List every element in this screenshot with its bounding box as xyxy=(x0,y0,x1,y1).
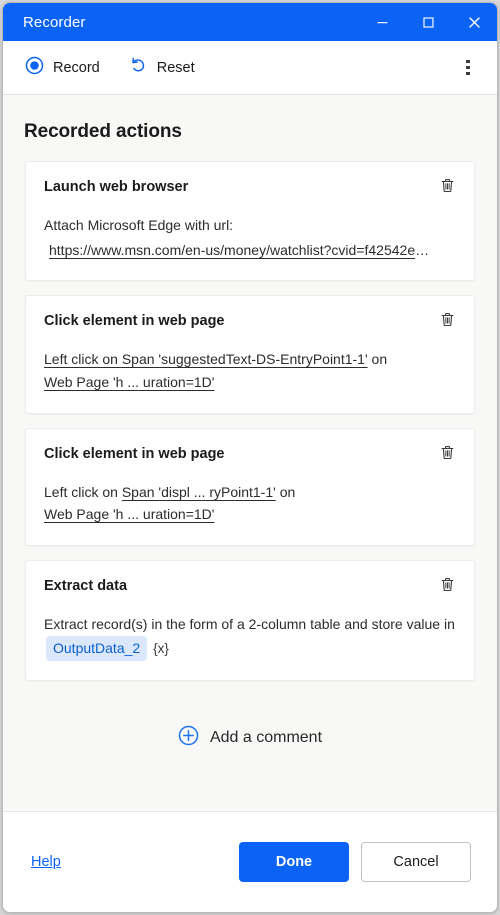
url-line: https://www.msn.com/en-us/money/watchlis… xyxy=(44,239,456,262)
recorded-actions-panel: Recorded actions Launch web browser Atta… xyxy=(3,95,497,812)
card-title: Click element in web page xyxy=(44,445,225,462)
card-body: Attach Microsoft Edge with url: https://… xyxy=(44,214,456,261)
card-header: Click element in web page xyxy=(44,313,456,335)
done-button[interactable]: Done xyxy=(239,842,349,882)
card-header: Launch web browser xyxy=(44,178,456,201)
close-button[interactable] xyxy=(451,3,497,41)
more-vertical-icon xyxy=(466,59,470,63)
cancel-button[interactable]: Cancel xyxy=(361,842,471,882)
delete-action-button[interactable] xyxy=(434,442,460,468)
more-vertical-icon-dot2 xyxy=(466,65,470,70)
action-card-click-element-1[interactable]: Click element in web page Left click on … xyxy=(25,295,475,414)
click-action-prefix: Left click on xyxy=(44,351,122,368)
action-card-click-element-2[interactable]: Click element in web page Left click on … xyxy=(25,427,475,547)
click-description-line-1: Left click on Span 'suggestedText-DS-Ent… xyxy=(44,348,456,371)
trash-icon xyxy=(439,311,456,333)
click-description-line-1: Left click on Span 'displ ... ryPoint1-1… xyxy=(44,481,456,504)
click-description-line-2: Web Page 'h ... uration=1D' xyxy=(44,503,456,526)
extract-description: Extract record(s) in the form of a 2-col… xyxy=(44,616,455,633)
action-card-extract-data[interactable]: Extract data Extract record(s) in the fo… xyxy=(25,560,475,682)
click-description-line-2: Web Page 'h ... uration=1D' xyxy=(44,371,456,394)
record-button[interactable]: Record xyxy=(19,50,110,86)
add-comment-label: Add a comment xyxy=(209,729,323,747)
trash-icon xyxy=(439,177,456,199)
card-body: Left click on Span 'suggestedText-DS-Ent… xyxy=(44,348,456,393)
title-bar: Recorder xyxy=(3,3,497,41)
maximize-button[interactable] xyxy=(405,3,451,41)
minimize-button[interactable] xyxy=(359,3,405,41)
card-title: Click element in web page xyxy=(44,313,225,330)
minimize-icon xyxy=(376,16,389,29)
delete-action-button[interactable] xyxy=(434,175,460,201)
url-ellipsis: … xyxy=(415,241,430,258)
trash-icon xyxy=(439,576,456,598)
output-variable-chip[interactable]: OutputData_2 xyxy=(46,635,148,662)
reset-button[interactable]: Reset xyxy=(122,49,205,86)
click-action-suffix: on xyxy=(367,351,388,368)
card-title: Launch web browser xyxy=(44,179,189,195)
footer-bar: Help Done Cancel xyxy=(3,812,497,912)
reset-label: Reset xyxy=(156,59,195,76)
action-card-list: Launch web browser Attach Microsoft Edge… xyxy=(3,143,497,759)
maximize-icon xyxy=(422,16,435,29)
card-header: Click element in web page xyxy=(44,445,456,468)
card-title: Extract data xyxy=(44,578,128,595)
toolbar: Record Reset xyxy=(3,41,497,95)
more-options-button[interactable] xyxy=(453,53,483,83)
delete-action-button[interactable] xyxy=(434,309,460,335)
card-header: Extract data xyxy=(44,578,456,600)
close-icon xyxy=(467,15,482,30)
record-circle-icon xyxy=(25,56,44,80)
more-vertical-icon-dot3 xyxy=(466,72,470,76)
variable-token: {x} xyxy=(153,640,169,656)
delete-action-button[interactable] xyxy=(434,574,460,600)
click-target-page[interactable]: Web Page 'h ... uration=1D' xyxy=(44,374,214,390)
recorded-url-link[interactable]: https://www.msn.com/en-us/money/watchlis… xyxy=(49,242,415,258)
recorder-window: Recorder Record Reset Recorded actions L… xyxy=(2,2,498,913)
card-body: Left click on Span 'displ ... ryPoint1-1… xyxy=(44,481,456,526)
plus-circle-icon xyxy=(178,725,199,751)
click-target-element[interactable]: Span 'suggestedText-DS-EntryPoint1-1' xyxy=(122,351,368,367)
window-title: Recorder xyxy=(23,13,86,31)
click-action-suffix: on xyxy=(275,483,296,500)
click-action-prefix: Left click on xyxy=(44,483,122,500)
click-target-element[interactable]: Span 'displ ... ryPoint1-1' xyxy=(122,484,276,500)
record-label: Record xyxy=(53,59,100,76)
add-comment-button[interactable]: Add a comment xyxy=(25,717,475,759)
help-link[interactable]: Help xyxy=(31,854,61,870)
card-body-text: Attach Microsoft Edge with url: xyxy=(44,217,234,233)
click-target-page[interactable]: Web Page 'h ... uration=1D' xyxy=(44,506,214,522)
card-body: Extract record(s) in the form of a 2-col… xyxy=(44,613,456,662)
undo-arrow-icon xyxy=(128,55,148,80)
page-title: Recorded actions xyxy=(24,121,182,142)
trash-icon xyxy=(439,444,456,466)
action-card-launch-web-browser[interactable]: Launch web browser Attach Microsoft Edge… xyxy=(25,161,475,282)
